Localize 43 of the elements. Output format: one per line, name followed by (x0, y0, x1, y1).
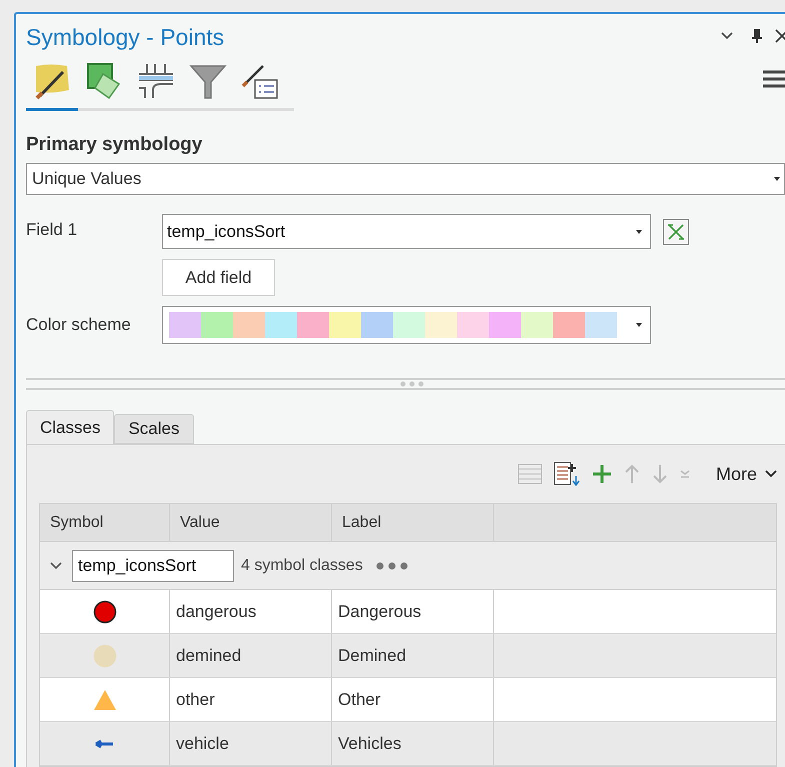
splitter-handle-icon[interactable] (399, 381, 425, 387)
column-header[interactable]: Symbol (50, 510, 104, 534)
close-icon[interactable] (775, 29, 785, 44)
column-header[interactable]: Label (342, 510, 382, 534)
circle-symbol-icon[interactable] (92, 600, 116, 624)
chevron-down-icon[interactable] (50, 562, 62, 570)
chevron-down-icon (765, 470, 777, 478)
add-values-icon[interactable] (554, 462, 580, 486)
caret-icon (636, 230, 642, 234)
table-cell-text: other (176, 688, 215, 711)
class-count: 4 symbol classes (241, 556, 363, 576)
caret-icon (774, 177, 780, 182)
table-cell-text: vehicle (176, 732, 229, 755)
grid-lines-icon[interactable] (137, 62, 175, 100)
tab[interactable]: Classes (26, 410, 114, 444)
brush-list-icon[interactable] (241, 62, 279, 100)
symbology-dropdown[interactable]: Unique Values (26, 163, 785, 195)
field-label: Field 1 (26, 218, 78, 241)
table-cell-text: Other (338, 688, 381, 711)
color-scheme-dropdown[interactable] (162, 306, 651, 344)
plus-icon[interactable] (592, 464, 612, 484)
field-label: Color scheme (26, 314, 132, 336)
chevron-down-icon[interactable] (721, 32, 733, 40)
menu-icon[interactable] (763, 70, 785, 88)
table-cell-text: dangerous (176, 600, 256, 623)
tab[interactable]: Scales (114, 414, 194, 444)
expression-icon[interactable] (663, 218, 689, 244)
table-cell-text: demined (176, 644, 242, 667)
more-options-icon[interactable] (376, 562, 408, 570)
pin-icon[interactable] (751, 28, 763, 44)
table-cell-text: Vehicles (338, 732, 402, 755)
table-cell-text: Demined (338, 644, 406, 667)
caret-icon (636, 323, 642, 327)
add-field-button[interactable]: Add field (162, 259, 275, 296)
group-field-input[interactable]: temp_iconsSort (72, 550, 234, 582)
field-dropdown[interactable]: temp_iconsSort (162, 214, 651, 249)
section-heading: Primary symbology (26, 133, 204, 158)
layered-squares-icon[interactable] (85, 62, 123, 100)
paintbrush-icon[interactable] (33, 62, 71, 100)
window-title: Symbology - Points (26, 22, 226, 52)
table-cell-text: Dangerous (338, 600, 422, 623)
column-header[interactable]: Value (180, 510, 220, 534)
more-button[interactable]: More (716, 460, 777, 488)
